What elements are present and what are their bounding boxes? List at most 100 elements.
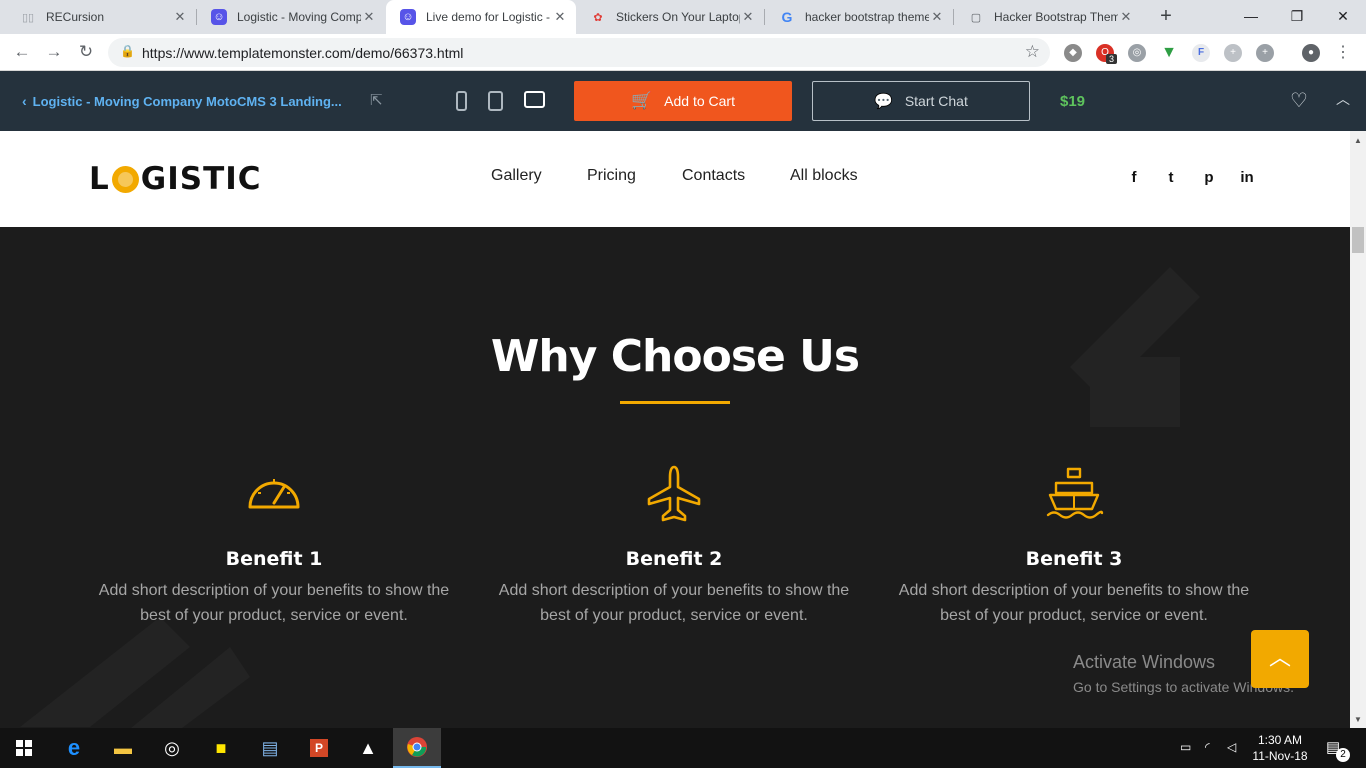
tab-live-demo[interactable]: ☺ Live demo for Logistic - ✕ — [386, 0, 576, 34]
chevron-left-icon: ‹ — [22, 93, 27, 109]
photos-icon[interactable]: ▲ — [344, 728, 392, 768]
chevron-up-icon: ︿ — [1268, 645, 1291, 670]
benefit-description: Add short description of your benefits t… — [898, 582, 1250, 624]
document-icon: ▢ — [970, 11, 982, 24]
nav-pricing[interactable]: Pricing — [587, 167, 636, 185]
scrollbar-thumb[interactable] — [1352, 227, 1364, 253]
add-to-cart-button[interactable]: 🛒 Add to Cart — [574, 81, 792, 121]
add-to-cart-label: Add to Cart — [664, 93, 735, 109]
windows-taskbar: e ▬ ◎ ■ ▤ P ▲ ▭ ◜ ◁ 1:30 AM 11-Nov-18 ▤ … — [0, 728, 1366, 768]
tab-title: Live demo for Logistic - — [426, 10, 551, 24]
close-window-button[interactable]: ✕ — [1320, 0, 1366, 34]
benefit-title: Benefit 3 — [1025, 548, 1123, 570]
tab-logistic[interactable]: ☺ Logistic - Moving Comp ✕ — [197, 0, 385, 34]
google-icon: G — [781, 9, 793, 25]
extension-icon[interactable]: ◆ — [1064, 44, 1082, 62]
volume-icon[interactable]: ◁ — [1227, 740, 1236, 754]
mobile-view-icon[interactable] — [456, 91, 467, 111]
start-chat-button[interactable]: 💬 Start Chat — [812, 81, 1030, 121]
heart-icon[interactable]: ♡ — [1290, 88, 1308, 113]
linkedin-icon[interactable]: in — [1237, 169, 1257, 186]
groove-music-icon[interactable]: ◎ — [148, 728, 196, 768]
templatemonster-icon: ☺ — [211, 9, 227, 25]
logo[interactable]: L GISTIC — [89, 161, 262, 197]
tab-title: RECursion — [46, 10, 105, 24]
forward-arrow-icon[interactable]: → — [42, 40, 66, 64]
airplane-icon — [647, 465, 701, 522]
wifi-icon[interactable]: ◜ — [1205, 740, 1210, 754]
benefit-description: Add short description of your benefits t… — [98, 582, 450, 624]
profile-icon[interactable]: ● — [1302, 44, 1320, 62]
close-icon[interactable]: ✕ — [929, 9, 945, 25]
windows-start-icon[interactable] — [0, 728, 48, 768]
notebook-icon: ▯▯ — [21, 11, 35, 24]
close-icon[interactable]: ✕ — [552, 9, 568, 25]
benefit-description: Add short description of your benefits t… — [498, 582, 850, 624]
site-header: L GISTIC Gallery Pricing Contacts All bl… — [0, 131, 1350, 227]
stickers-icon: ✿ — [593, 11, 603, 24]
tablet-view-icon[interactable] — [488, 91, 503, 111]
date: 11-Nov-18 — [1252, 749, 1308, 763]
close-icon[interactable]: ✕ — [740, 9, 756, 25]
close-icon[interactable]: ✕ — [361, 9, 377, 25]
lock-icon: 🔒 — [120, 44, 135, 58]
title-underline — [620, 401, 730, 404]
back-to-product-link[interactable]: ‹ Logistic - Moving Company MotoCMS 3 La… — [22, 93, 342, 109]
globe-logo-icon — [111, 165, 139, 193]
bookmark-star-icon[interactable]: ☆ — [1025, 42, 1040, 62]
clock[interactable]: 1:30 AM 11-Nov-18 — [1248, 732, 1312, 764]
extension-badge: 3 — [1106, 54, 1118, 64]
chevron-up-icon[interactable]: ︿ — [1336, 89, 1350, 109]
vpn-extension-icon[interactable]: ▼ — [1160, 44, 1178, 62]
scroll-up-arrow-icon[interactable]: ▲ — [1350, 133, 1366, 149]
facebook-icon[interactable]: f — [1124, 169, 1144, 186]
plus-extension-icon[interactable]: + — [1256, 44, 1274, 62]
battery-icon[interactable]: ▭ — [1180, 740, 1191, 754]
nav-contacts[interactable]: Contacts — [682, 167, 745, 185]
twitter-icon[interactable]: t — [1161, 169, 1181, 186]
tab-title: Logistic - Moving Comp — [237, 10, 361, 24]
nav-gallery[interactable]: Gallery — [491, 167, 542, 185]
new-tab-button[interactable]: + — [1155, 5, 1177, 27]
reload-icon[interactable]: ↻ — [74, 40, 98, 64]
templatemonster-icon: ☺ — [400, 9, 416, 25]
time: 1:30 AM — [1257, 733, 1303, 747]
powerpoint-icon[interactable]: P — [295, 728, 343, 768]
tab-hacker-bootstrap[interactable]: ▢ Hacker Bootstrap Them ✕ — [954, 0, 1142, 34]
tab-title: Hacker Bootstrap Them — [994, 10, 1118, 24]
benefit-title: Benefit 2 — [625, 548, 723, 570]
minimize-button[interactable]: — — [1228, 0, 1274, 34]
edge-browser-icon[interactable]: e — [50, 728, 98, 768]
tab-google-search[interactable]: G hacker bootstrap theme ✕ — [765, 0, 953, 34]
desktop-view-icon[interactable] — [524, 91, 545, 108]
cargo-ship-icon — [1046, 467, 1104, 519]
chrome-icon[interactable] — [393, 728, 441, 768]
demo-toolbar: ‹ Logistic - Moving Company MotoCMS 3 La… — [0, 71, 1366, 131]
tab-recursion[interactable]: ▯▯ RECursion ✕ — [6, 0, 196, 34]
speedometer-icon — [248, 479, 300, 509]
product-title: Logistic - Moving Company MotoCMS 3 Land… — [32, 93, 342, 109]
close-icon[interactable]: ✕ — [1118, 9, 1134, 25]
close-icon[interactable]: ✕ — [172, 9, 188, 25]
globe-icon[interactable]: ◎ — [1128, 44, 1146, 62]
sticky-notes-icon[interactable]: ■ — [197, 728, 245, 768]
pinterest-icon[interactable]: p — [1199, 169, 1219, 186]
back-arrow-icon[interactable]: ← — [10, 40, 34, 64]
tab-stickers[interactable]: ✿ Stickers On Your Laptop ✕ — [576, 0, 764, 34]
f-extension-icon[interactable]: F — [1192, 44, 1210, 62]
external-link-icon[interactable]: ⇱ — [370, 91, 383, 109]
menu-icon[interactable]: ⋮ — [1334, 44, 1352, 62]
file-explorer-icon[interactable]: ▬ — [99, 728, 147, 768]
network-app-icon[interactable]: ▤ — [246, 728, 294, 768]
benefit-title: Benefit 1 — [225, 548, 323, 570]
plus-extension-icon[interactable]: + — [1224, 44, 1242, 62]
page-scrollbar[interactable]: ▲ ▼ — [1350, 131, 1366, 728]
nav-all-blocks[interactable]: All blocks — [790, 167, 858, 185]
benefit-card: Benefit 2 Add short description of your … — [474, 463, 874, 628]
url-input[interactable]: 🔒 https://www.templatemonster.com/demo/6… — [108, 38, 1050, 67]
benefit-card: Benefit 1 Add short description of your … — [74, 463, 474, 628]
scroll-down-arrow-icon[interactable]: ▼ — [1350, 712, 1366, 728]
scroll-to-top-button[interactable]: ︿ — [1251, 630, 1309, 688]
maximize-button[interactable]: ❐ — [1274, 0, 1320, 34]
cart-icon: 🛒 — [631, 91, 653, 110]
